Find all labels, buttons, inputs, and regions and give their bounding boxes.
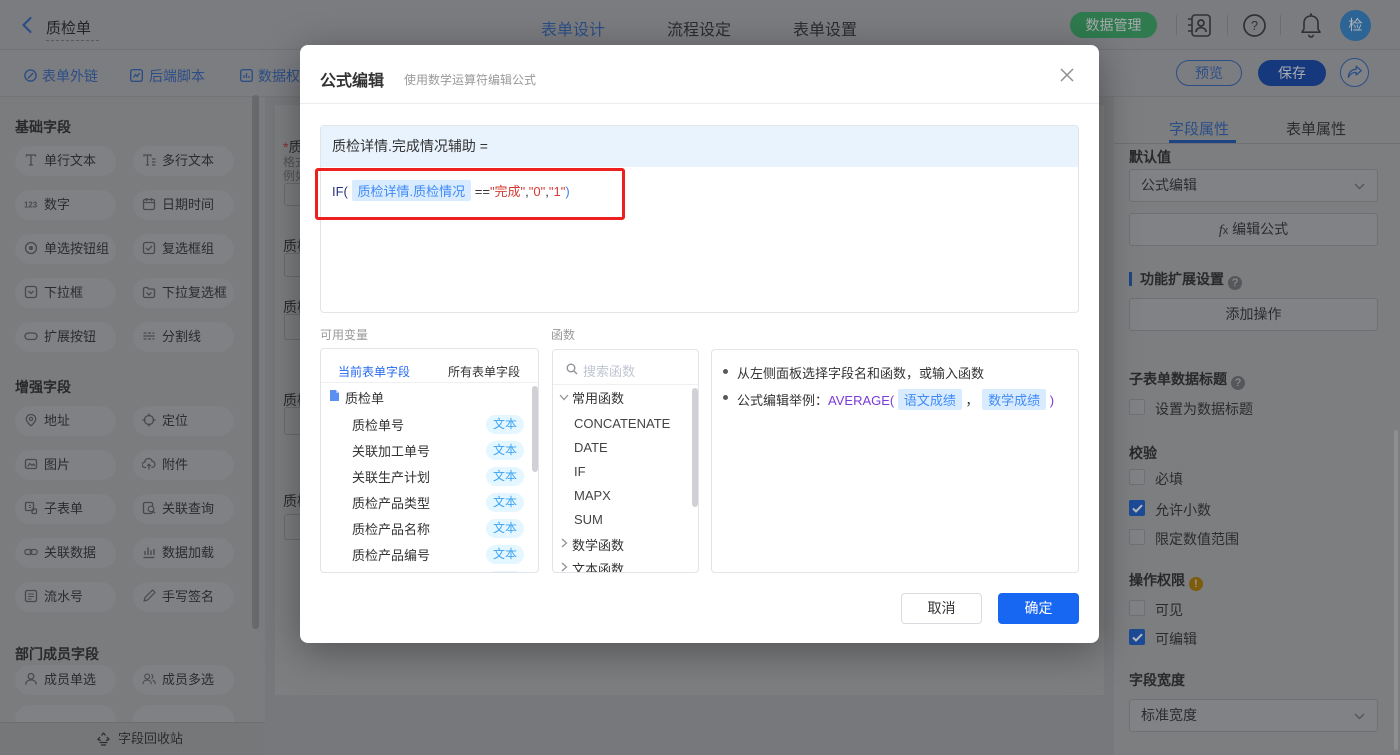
svg-text:123: 123 [24, 201, 38, 210]
svg-text:?: ? [1251, 18, 1258, 33]
